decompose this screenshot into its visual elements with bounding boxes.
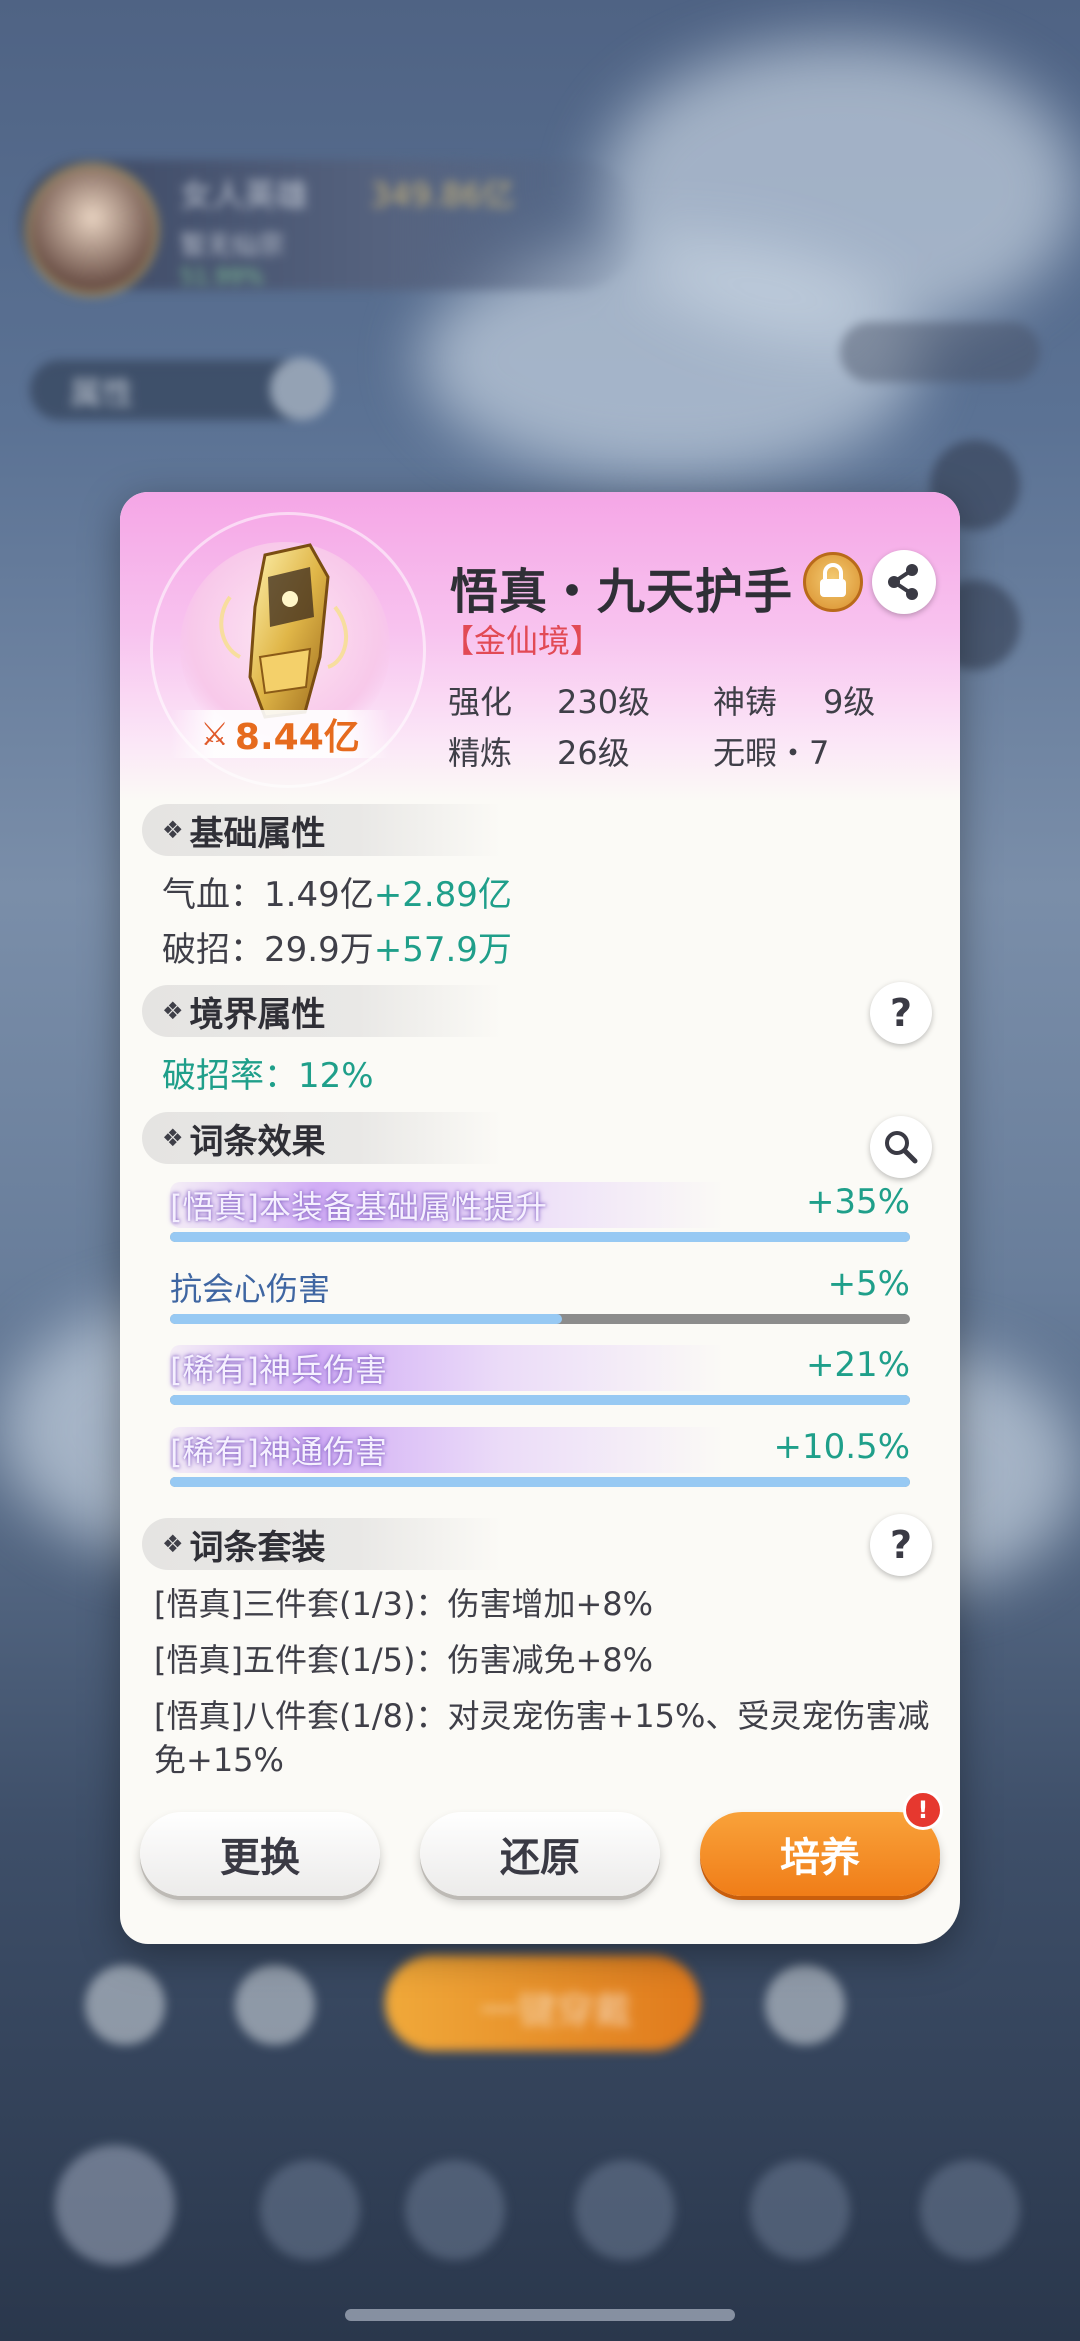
affix-roll-fill: [170, 1395, 910, 1405]
bg-main-button-label: 一键穿戴: [480, 1989, 633, 2033]
break-bonus: +57.9万: [373, 930, 512, 970]
refine-value: 26级: [557, 734, 630, 772]
affix-value: +21%: [805, 1345, 910, 1385]
crossed-swords-icon: ⚔: [200, 715, 229, 753]
set-bonus-8: [悟真]八件套(1/8)：对灵宠伤害+15%、受灵宠伤害减免+15%: [154, 1697, 930, 1779]
player-power: 349.86亿: [370, 176, 514, 214]
section-header-affix: ❖ 词条效果: [142, 1112, 502, 1164]
section-title: 词条效果: [189, 1121, 326, 1162]
question-icon: ?: [889, 1523, 913, 1567]
bg-nav-icon[interactable]: [920, 2160, 1020, 2260]
hp-line: 气血：1.49亿+2.89亿: [162, 867, 512, 916]
hp-label: 气血：1.49亿: [162, 875, 374, 915]
flawless-label: 无暇・7: [713, 734, 830, 772]
bg-nav-icon[interactable]: [575, 2160, 675, 2260]
affix-row: [稀有]神通伤害 +10.5%: [170, 1427, 910, 1497]
share-button[interactable]: [872, 550, 936, 614]
bg-nav-icon[interactable]: [405, 2160, 505, 2260]
bg-pill-right[interactable]: [840, 322, 1040, 382]
affix-name: [稀有]神兵伤害: [170, 1351, 387, 1389]
diamond-bullet-icon: ❖: [162, 997, 184, 1025]
alert-badge-icon: !: [903, 1790, 943, 1830]
gauntlet-icon[interactable]: [210, 537, 360, 727]
item-name: 悟真・九天护手: [450, 564, 794, 620]
forge-label: 神铸: [713, 683, 778, 721]
bg-bottom-icon[interactable]: [765, 1965, 845, 2045]
crit-break-rate: 破招率：12%: [162, 1056, 374, 1096]
realm-rank: 【金仙境】: [442, 622, 603, 660]
affix-value: +5%: [827, 1264, 910, 1304]
replace-button[interactable]: 更换: [140, 1812, 380, 1896]
bg-bottom-icon[interactable]: [235, 1965, 315, 2045]
affix-roll-fill: [170, 1232, 910, 1242]
affix-roll-fill: [170, 1314, 563, 1324]
affix-roll-bar: [170, 1314, 910, 1324]
affix-roll-fill: [170, 1477, 910, 1487]
affix-value: +35%: [805, 1182, 910, 1222]
restore-button[interactable]: 还原: [420, 1812, 660, 1896]
section-title: 境界属性: [189, 994, 326, 1035]
bg-nav-icon[interactable]: [55, 2145, 175, 2265]
home-indicator[interactable]: [345, 2309, 735, 2321]
affix-value: +10.5%: [773, 1427, 911, 1467]
power-rating: ⚔ 8.44亿: [170, 710, 390, 758]
bg-tab-label: 属性: [70, 374, 135, 412]
player-name: 女人英雄: [180, 176, 309, 214]
set-help-button[interactable]: ?: [870, 1514, 932, 1576]
affix-name: [稀有]神通伤害: [170, 1433, 387, 1471]
affix-name: 抗会心伤害: [170, 1270, 331, 1308]
cultivate-button[interactable]: 培养: [700, 1812, 940, 1896]
affix-row: 抗会心伤害 +5%: [170, 1264, 910, 1334]
refine-label: 精炼: [448, 734, 513, 772]
break-line: 破招：29.9万+57.9万: [162, 922, 512, 971]
section-title: 词条套装: [189, 1527, 326, 1568]
section-header-set: ❖ 词条套装: [142, 1518, 502, 1570]
hp-bonus: +2.89亿: [373, 875, 512, 915]
panel-header: ⚔ 8.44亿 悟真・九天护手 【金仙境】 强化 230级 神铸 9级 精炼 2…: [120, 492, 960, 802]
section-header-base: ❖ 基础属性: [142, 804, 502, 856]
affix-roll-bar: [170, 1232, 910, 1242]
help-button[interactable]: ?: [870, 982, 932, 1044]
avatar[interactable]: [25, 163, 159, 297]
forge-value: 9级: [823, 683, 876, 721]
diamond-bullet-icon: ❖: [162, 1530, 184, 1558]
affix-row: [悟真]本装备基础属性提升 +35%: [170, 1182, 910, 1252]
diamond-bullet-icon: ❖: [162, 816, 184, 844]
affix-roll-bar: [170, 1395, 910, 1405]
bg-nav-icon[interactable]: [750, 2160, 850, 2260]
affix-roll-bar: [170, 1477, 910, 1487]
search-button[interactable]: [870, 1116, 932, 1178]
lock-icon[interactable]: [803, 552, 863, 612]
section-header-realm: ❖ 境界属性: [142, 985, 502, 1037]
bg-bottom-icon[interactable]: [85, 1965, 165, 2045]
enhance-value: 230级: [557, 683, 651, 721]
diamond-bullet-icon: ❖: [162, 1124, 184, 1152]
section-title: 基础属性: [189, 813, 326, 854]
bg-nav-icon[interactable]: [260, 2160, 360, 2260]
share-icon: [888, 564, 918, 600]
bg-round-icon[interactable]: [270, 358, 332, 420]
break-label: 破招：29.9万: [162, 930, 374, 970]
power-value: 8.44亿: [234, 717, 360, 758]
search-icon: [885, 1131, 918, 1164]
enhance-label: 强化: [448, 683, 513, 721]
player-sub: 暂无仙宗: [180, 231, 285, 261]
set-bonus-3: [悟真]三件套(1/3)：伤害增加+8%: [154, 1585, 654, 1623]
equipment-detail-panel: ⚔ 8.44亿 悟真・九天护手 【金仙境】 强化 230级 神铸 9级 精炼 2…: [120, 492, 960, 1944]
set-bonus-5: [悟真]五件套(1/5)：伤害减免+8%: [154, 1641, 654, 1679]
player-progress: 51.99%: [180, 265, 264, 290]
question-icon: ?: [889, 991, 913, 1035]
affix-row: [稀有]神兵伤害 +21%: [170, 1345, 910, 1415]
affix-name: [悟真]本装备基础属性提升: [170, 1188, 547, 1226]
